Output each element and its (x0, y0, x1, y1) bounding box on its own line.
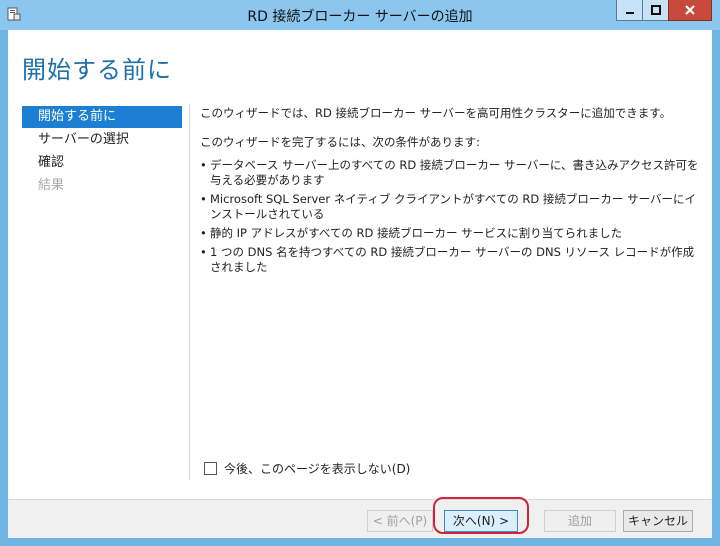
bullet: • (200, 245, 207, 259)
page-title: 開始する前に (22, 56, 172, 84)
nav-item-select-server[interactable]: サーバーの選択 (22, 129, 182, 151)
skip-page-label: 今後、このページを表示しない(D) (224, 462, 411, 476)
bullet: • (200, 192, 207, 206)
nav-item-results: 結果 (38, 178, 65, 193)
minimize-icon (625, 12, 634, 14)
wizard-content: このウィザードでは、RD 接続ブローカー サーバーを高可用性クラスターに追加でき… (200, 106, 700, 279)
button-bar: < 前へ(P) 次へ(N) > 追加 キャンセル (8, 500, 712, 538)
window-controls (616, 0, 712, 22)
list-item: • データベース サーバー上のすべての RD 接続ブローカー サーバーに、書き込み… (200, 158, 699, 187)
bullet: • (200, 158, 207, 172)
maximize-icon (650, 5, 661, 15)
close-button[interactable] (668, 0, 712, 21)
wizard-client-area: 開始する前に 開始する前に サーバーの選択 確認 結果 このウィザードでは、RD… (8, 30, 712, 538)
list-item: • Microsoft SQL Server ネイティブ クライアントがすべての … (200, 192, 696, 221)
wizard-navigation: 開始する前に サーバーの選択 確認 結果 (22, 106, 182, 198)
requirements-list: • データベース サーバー上のすべての RD 接続ブローカー サーバーに、書き込み… (200, 158, 700, 275)
nav-divider (189, 104, 190, 480)
maximize-button[interactable] (642, 0, 668, 21)
nav-item-before-you-begin[interactable]: 開始する前に (22, 106, 182, 128)
skip-page-option[interactable]: 今後、このページを表示しない(D) (204, 460, 410, 477)
list-item: • 1 つの DNS 名を持つすべての RD 接続ブローカー サーバーの DNS … (200, 245, 695, 274)
cancel-button[interactable]: キャンセル (623, 510, 693, 532)
skip-page-checkbox[interactable] (204, 462, 217, 475)
close-icon (685, 5, 695, 15)
next-button-highlight (433, 497, 529, 534)
window-title: RD 接続ブローカー サーバーの追加 (247, 9, 473, 25)
list-item: • 静的 IP アドレスがすべての RD 接続ブローカー サービスに割り当てられま… (200, 226, 623, 240)
add-button: 追加 (544, 510, 616, 532)
minimize-button[interactable] (616, 0, 642, 21)
previous-button: < 前へ(P) (367, 510, 433, 532)
title-bar[interactable]: RD 接続ブローカー サーバーの追加 (0, 0, 720, 30)
requirements-heading: このウィザードを完了するには、次の条件があります: (200, 135, 480, 149)
bullet: • (200, 226, 207, 240)
nav-item-confirmation[interactable]: 確認 (22, 152, 182, 174)
intro-text: このウィザードでは、RD 接続ブローカー サーバーを高可用性クラスターに追加でき… (200, 106, 672, 120)
wizard-window: RD 接続ブローカー サーバーの追加 開始する前に 開始する前に サーバーの選択… (0, 0, 720, 546)
